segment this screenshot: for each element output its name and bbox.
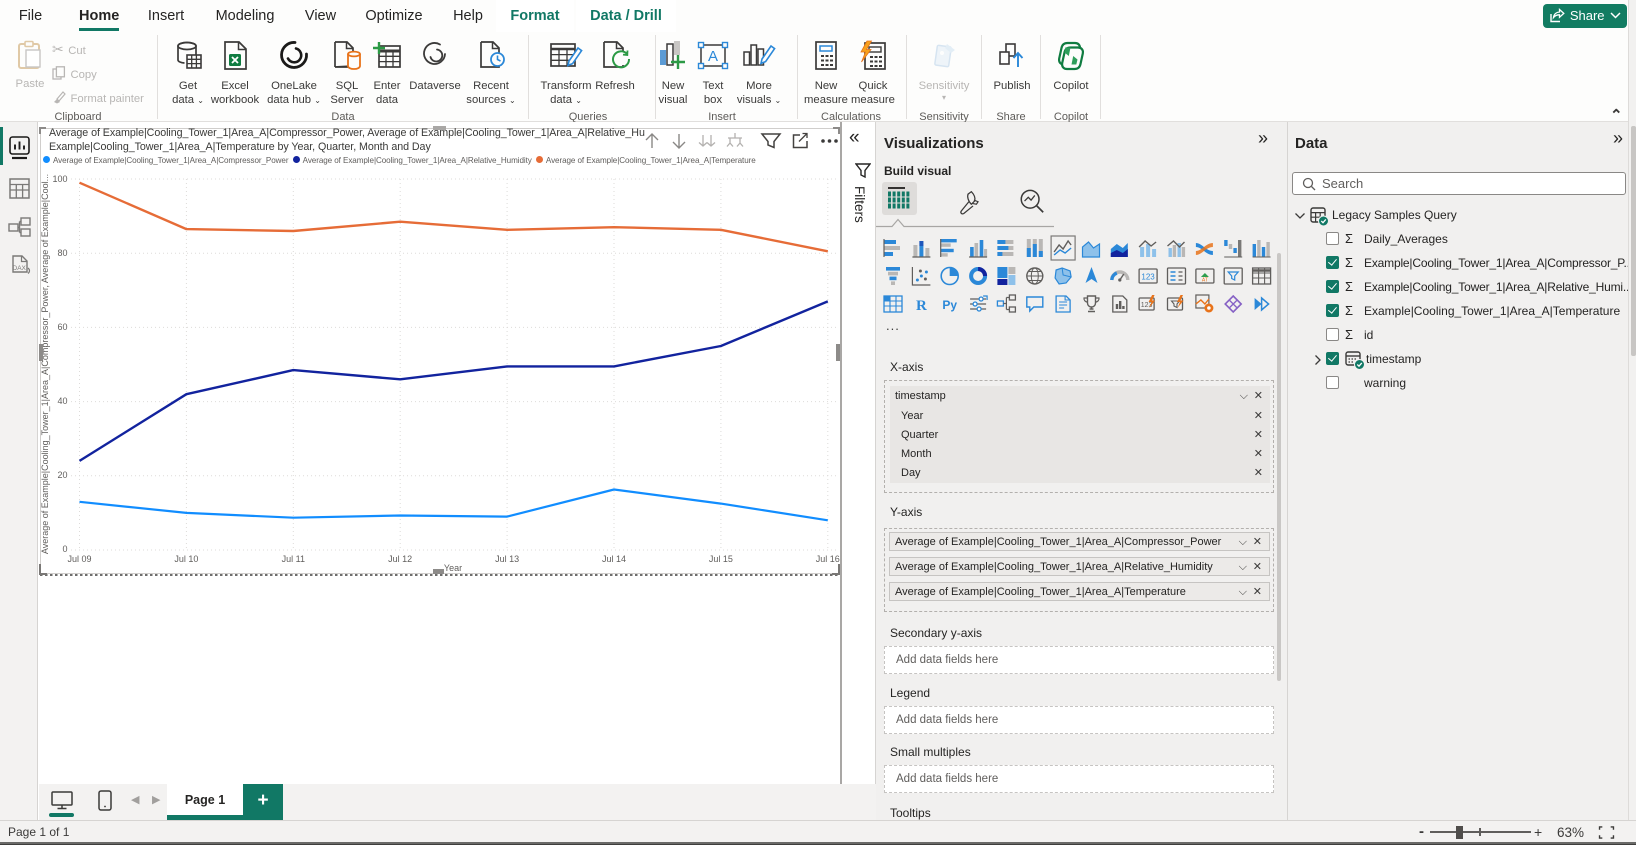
svg-text:Year: Year <box>444 563 462 573</box>
svg-text:Jul 15: Jul 15 <box>709 554 733 564</box>
svg-text:123: 123 <box>1141 273 1155 282</box>
svg-text:Jul 09: Jul 09 <box>67 554 91 564</box>
svg-text:Jul 10: Jul 10 <box>174 554 198 564</box>
svg-text:20: 20 <box>57 470 67 480</box>
svg-text:Jul 13: Jul 13 <box>495 554 519 564</box>
svg-text:A: A <box>708 48 718 65</box>
svg-text:DAX: DAX <box>13 265 27 272</box>
svg-text:100: 100 <box>52 174 67 184</box>
svg-text:40: 40 <box>57 396 67 406</box>
svg-text:R: R <box>916 298 927 314</box>
svg-text:Jul 11: Jul 11 <box>282 554 305 564</box>
svg-text:Jul 14: Jul 14 <box>602 554 626 564</box>
svg-text:60: 60 <box>57 322 67 332</box>
svg-text:Jul 12: Jul 12 <box>388 554 412 564</box>
svg-text:Average of Example|Cooling_Tow: Average of Example|Cooling_Tower_1|Area_… <box>40 174 50 554</box>
svg-text:Jul 16: Jul 16 <box>816 554 840 564</box>
svg-text:0: 0 <box>62 544 67 554</box>
svg-text:80: 80 <box>57 248 67 258</box>
svg-text:Py: Py <box>942 298 957 312</box>
svg-text:AT: AT <box>1202 278 1208 284</box>
